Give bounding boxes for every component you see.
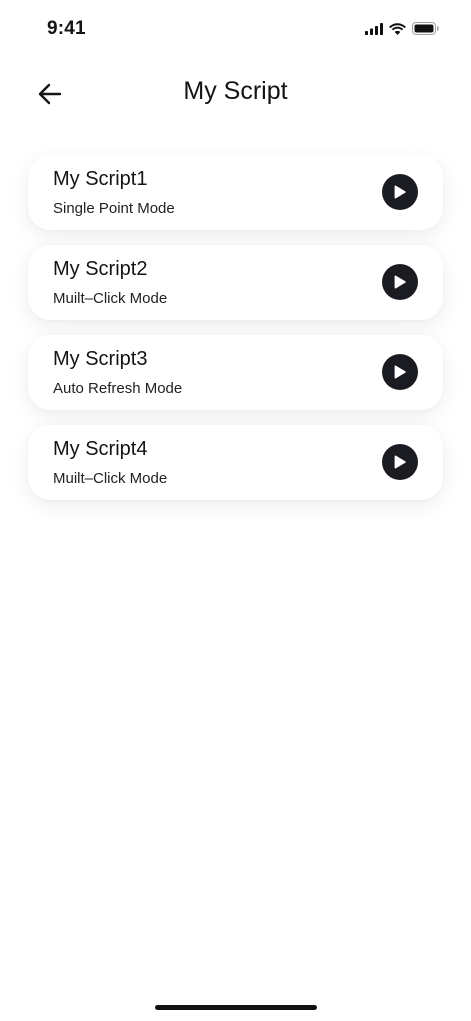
play-icon bbox=[394, 365, 406, 379]
signal-icon bbox=[365, 22, 383, 35]
script-card[interactable]: My Script4 Muilt–Click Mode bbox=[28, 425, 443, 500]
play-icon bbox=[394, 455, 406, 469]
script-list: My Script1 Single Point Mode My Script2 … bbox=[28, 155, 443, 515]
status-icons bbox=[365, 22, 439, 35]
script-card[interactable]: My Script2 Muilt–Click Mode bbox=[28, 245, 443, 320]
page-title: My Script bbox=[183, 77, 288, 105]
play-icon bbox=[394, 275, 406, 289]
status-bar: 9:41 bbox=[0, 0, 471, 56]
play-icon bbox=[394, 185, 406, 199]
script-name: My Script1 bbox=[53, 168, 148, 190]
play-button[interactable] bbox=[382, 444, 418, 480]
script-name: My Script4 bbox=[53, 438, 148, 460]
script-mode: Single Point Mode bbox=[53, 200, 175, 217]
script-mode: Muilt–Click Mode bbox=[53, 290, 168, 307]
home-indicator[interactable] bbox=[155, 1005, 317, 1010]
script-mode: Muilt–Click Mode bbox=[53, 470, 168, 487]
script-mode: Auto Refresh Mode bbox=[53, 380, 183, 397]
script-name: My Script3 bbox=[53, 348, 148, 370]
script-card[interactable]: My Script1 Single Point Mode bbox=[28, 155, 443, 230]
play-button[interactable] bbox=[382, 354, 418, 390]
wifi-icon bbox=[389, 22, 406, 35]
script-name: My Script2 bbox=[53, 258, 148, 280]
play-button[interactable] bbox=[382, 264, 418, 300]
nav-bar: My Script bbox=[0, 66, 471, 120]
status-time: 9:41 bbox=[47, 18, 86, 39]
script-card[interactable]: My Script3 Auto Refresh Mode bbox=[28, 335, 443, 410]
battery-icon bbox=[412, 22, 439, 35]
play-button[interactable] bbox=[382, 174, 418, 210]
